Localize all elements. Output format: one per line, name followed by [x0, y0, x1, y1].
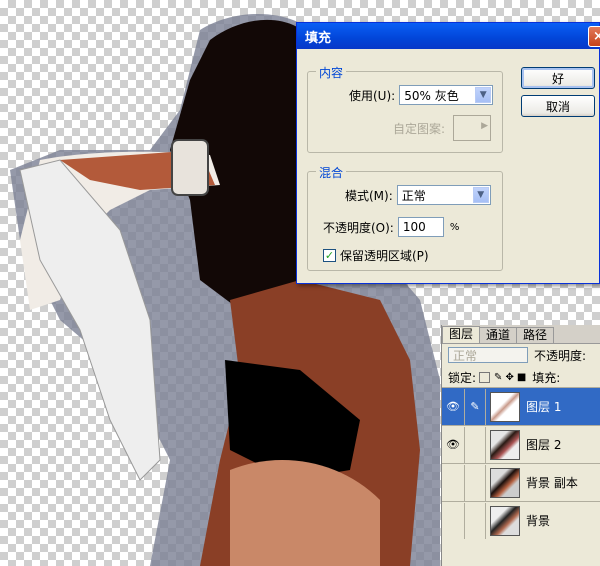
layer-thumbnail — [490, 429, 520, 460]
preserve-label: 保留透明区域(P) — [340, 249, 429, 263]
layer-row[interactable]: 👁 图层 2 — [442, 425, 600, 463]
ok-button-label: 好 — [551, 71, 564, 86]
mode-label: 模式(M): — [345, 188, 393, 203]
cancel-button-label: 取消 — [545, 99, 570, 114]
chevron-down-icon: ▼ — [475, 87, 492, 103]
layer-thumbnail — [490, 391, 520, 422]
layers-tabs: 图层 通道 路径 — [442, 325, 600, 344]
fill-dialog: 填充 × 内容 使用(U): 50% 灰色 ▼ 自定图案: ▶ 混合 模式(M)… — [296, 22, 600, 284]
layer-opacity-label: 不透明度: — [534, 348, 587, 363]
use-row: 使用(U): 50% 灰色 ▼ — [349, 85, 494, 105]
preserve-row[interactable]: ✓ 保留透明区域(P) — [323, 247, 429, 264]
mode-select-value: 正常 — [401, 188, 426, 203]
layer-name: 图层 1 — [526, 400, 562, 414]
brush-icon[interactable] — [465, 502, 486, 539]
brush-icon[interactable] — [465, 426, 486, 463]
layer-row[interactable]: 背景 — [442, 501, 600, 539]
tab-paths[interactable]: 路径 — [516, 327, 555, 343]
pattern-picker: ▶ — [453, 115, 492, 141]
layers-panel: 图层 通道 路径 正常 不透明度: 锁定: ✎ ✥ ■ 填充: 👁 ✎ 图层 1 👁 图… — [441, 325, 600, 566]
layer-name: 背景 — [526, 514, 551, 528]
pattern-row: 自定图案: ▶ — [393, 115, 492, 141]
brush-icon[interactable] — [465, 464, 486, 501]
close-button[interactable]: × — [588, 26, 600, 47]
use-label: 使用(U): — [349, 88, 396, 103]
pattern-chevron-icon: ▶ — [481, 121, 489, 131]
lock-move-icon[interactable]: ✥ — [505, 372, 513, 383]
use-select-value: 50% 灰色 — [404, 88, 459, 103]
eye-icon[interactable] — [442, 502, 465, 539]
fill-label: 填充: — [532, 370, 561, 385]
pattern-label: 自定图案: — [393, 121, 446, 136]
lock-fill-row: 锁定: ✎ ✥ ■ 填充: — [442, 366, 600, 388]
mode-select[interactable]: 正常 ▼ — [396, 185, 491, 205]
layer-blend-value: 正常 — [453, 348, 478, 363]
preserve-checkbox[interactable]: ✓ — [323, 249, 336, 262]
opacity-input-value: 100 — [402, 220, 426, 234]
lock-all-icon[interactable]: ■ — [517, 372, 526, 383]
opacity-row: 不透明度(O): 100 % — [323, 217, 459, 237]
layer-thumbnail — [490, 505, 520, 536]
layer-thumbnail — [490, 467, 520, 498]
content-group-title: 内容 — [316, 64, 347, 81]
layer-blend-select[interactable]: 正常 — [448, 347, 528, 363]
eye-icon[interactable]: 👁 — [442, 388, 465, 425]
tab-channels[interactable]: 通道 — [479, 327, 518, 343]
dialog-titlebar[interactable]: 填充 — [297, 23, 599, 49]
close-icon: × — [593, 29, 600, 44]
opacity-input[interactable]: 100 — [397, 217, 444, 237]
cancel-button[interactable]: 取消 — [521, 95, 595, 117]
brush-icon[interactable]: ✎ — [465, 388, 486, 425]
lock-brush-icon[interactable]: ✎ — [494, 372, 502, 383]
opacity-unit: % — [449, 221, 460, 233]
ok-button[interactable]: 好 — [521, 67, 595, 89]
opacity-label: 不透明度(O): — [323, 220, 394, 235]
eye-icon[interactable] — [442, 464, 465, 501]
use-select[interactable]: 50% 灰色 ▼ — [399, 85, 494, 105]
chevron-down-icon: ▼ — [472, 187, 489, 203]
mode-row: 模式(M): 正常 ▼ — [345, 185, 491, 205]
layer-row[interactable]: 👁 ✎ 图层 1 — [442, 387, 600, 425]
eye-icon[interactable]: 👁 — [442, 426, 465, 463]
lock-label: 锁定: — [448, 370, 477, 385]
tab-layers[interactable]: 图层 — [442, 326, 481, 343]
blend-opacity-row: 正常 不透明度: — [442, 344, 600, 366]
layer-row[interactable]: 背景 副本 — [442, 463, 600, 501]
lock-transparency-icon[interactable] — [479, 371, 491, 383]
dialog-title: 填充 — [305, 30, 332, 46]
blend-group-title: 混合 — [316, 164, 347, 181]
bracelet — [171, 139, 209, 196]
layer-name: 图层 2 — [526, 438, 562, 452]
layer-name: 背景 副本 — [526, 476, 578, 490]
